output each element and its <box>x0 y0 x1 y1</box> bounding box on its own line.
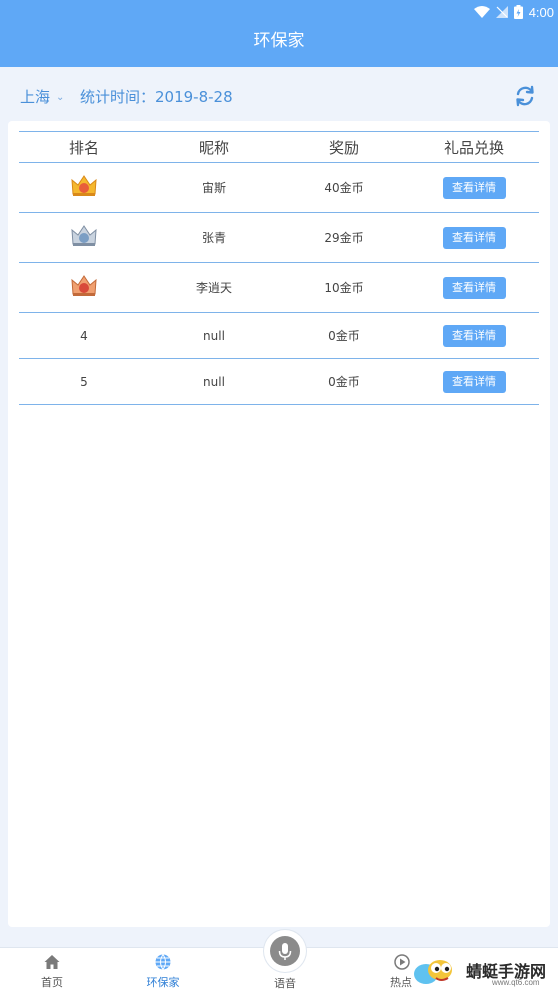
status-bar: 4:00 <box>0 0 558 24</box>
view-details-button[interactable]: 查看详情 <box>442 226 506 249</box>
nickname-cell: 张青 <box>201 231 226 245</box>
reward-cell: 40金币 <box>324 181 364 195</box>
city-selector[interactable]: 上海 ⌄ <box>20 86 64 107</box>
tab-home[interactable]: 首页 <box>12 948 92 992</box>
ranking-table: 排名 昵称 奖励 礼品兑换 宙斯 40金币 查看详情 张青 29金币 查看详情 … <box>19 131 539 405</box>
header-rank: 排名 <box>68 138 99 157</box>
page-title: 环保家 <box>253 31 305 51</box>
tab-eco[interactable]: 环保家 <box>123 948 203 992</box>
rank-cell: 4 <box>80 328 88 343</box>
header-nickname: 昵称 <box>198 138 229 157</box>
table-row: 4 null 0金币 查看详情 <box>19 313 539 359</box>
reward-cell: 0金币 <box>328 329 360 343</box>
status-icons: 4:00 <box>473 2 554 22</box>
action-cell: 查看详情 <box>409 276 539 299</box>
watermark: 蜻蜓手游网 www.qt6.com <box>410 952 558 992</box>
chevron-down-icon: ⌄ <box>56 91 65 103</box>
table-row: 5 null 0金币 查看详情 <box>19 359 539 405</box>
nickname-cell: 宙斯 <box>201 181 226 195</box>
voice-button-inner <box>270 936 300 966</box>
clock-time: 4:00 <box>528 4 554 20</box>
reward-cell: 29金币 <box>324 231 364 245</box>
ranking-card: 排名 昵称 奖励 礼品兑换 宙斯 40金币 查看详情 张青 29金币 查看详情 … <box>8 121 550 927</box>
silver-crown-icon <box>71 225 97 246</box>
view-details-button[interactable]: 查看详情 <box>442 324 506 347</box>
refresh-icon[interactable] <box>512 83 538 109</box>
reward-cell: 10金币 <box>324 281 364 295</box>
header-gift-exchange: 礼品兑换 <box>443 138 504 157</box>
tab-label: 环保家 <box>146 976 180 989</box>
gold-crown-icon <box>71 175 97 196</box>
microphone-icon <box>278 943 292 960</box>
action-cell: 查看详情 <box>409 370 539 393</box>
view-details-button[interactable]: 查看详情 <box>442 370 506 393</box>
rank-cell: 5 <box>80 374 88 389</box>
filter-bar: 上海 ⌄ 统计时间：2019-8-28 <box>0 67 558 121</box>
bronze-crown-icon <box>71 275 97 296</box>
rank-cell <box>19 174 149 201</box>
play-icon <box>394 954 410 970</box>
table-row: 张青 29金币 查看详情 <box>19 213 539 263</box>
voice-button[interactable] <box>264 930 306 972</box>
tab-label: 语音 <box>274 977 296 990</box>
action-cell: 查看详情 <box>409 226 539 249</box>
tab-label: 首页 <box>41 976 63 989</box>
rank-cell <box>19 224 149 251</box>
table-row: 李逍天 10金币 查看详情 <box>19 263 539 313</box>
nickname-cell: null <box>203 374 225 389</box>
city-label: 上海 <box>20 88 51 106</box>
home-icon <box>44 955 60 969</box>
globe-icon <box>155 954 171 970</box>
header-reward: 奖励 <box>328 138 359 157</box>
table-row: 宙斯 40金币 查看详情 <box>19 163 539 213</box>
view-details-button[interactable]: 查看详情 <box>442 276 506 299</box>
stat-time-label: 统计时间：2019-8-28 <box>80 88 233 106</box>
view-details-button[interactable]: 查看详情 <box>442 176 506 199</box>
app-bar: 环保家 <box>0 24 558 67</box>
watermark-url: www.qt6.com <box>492 978 540 987</box>
reward-cell: 0金币 <box>328 375 360 389</box>
nickname-cell: 李逍天 <box>195 281 232 295</box>
battery-icon <box>513 5 523 19</box>
bee-mascot-icon <box>414 960 452 984</box>
action-cell: 查看详情 <box>409 324 539 347</box>
table-header: 排名 昵称 奖励 礼品兑换 <box>19 131 539 163</box>
rank-cell <box>19 274 149 301</box>
nickname-cell: null <box>203 328 225 343</box>
wifi-icon <box>473 6 490 18</box>
action-cell: 查看详情 <box>409 176 539 199</box>
signal-icon <box>495 6 508 18</box>
